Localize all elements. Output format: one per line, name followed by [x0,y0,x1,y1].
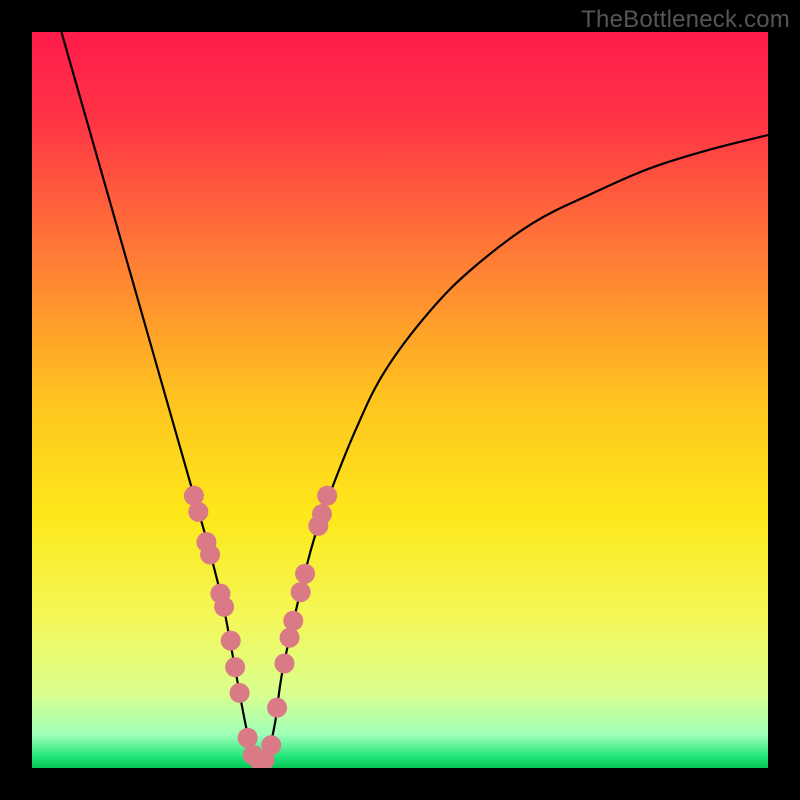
highlight-markers [184,486,337,768]
marker-point [295,564,315,584]
marker-point [267,698,287,718]
bottleneck-curve [61,32,768,761]
marker-point [280,628,300,648]
marker-point [274,653,294,673]
watermark-text: TheBottleneck.com [581,6,790,34]
marker-point [188,502,208,522]
marker-point [200,545,220,565]
plot-area [32,32,768,768]
marker-point [221,631,241,651]
marker-point [238,728,258,748]
marker-point [317,486,337,506]
chart-frame [32,32,768,768]
chart-svg [32,32,768,768]
marker-point [225,657,245,677]
marker-point [312,504,332,524]
marker-point [214,597,234,617]
marker-point [261,735,281,755]
marker-point [230,683,250,703]
marker-point [283,611,303,631]
marker-point [291,582,311,602]
